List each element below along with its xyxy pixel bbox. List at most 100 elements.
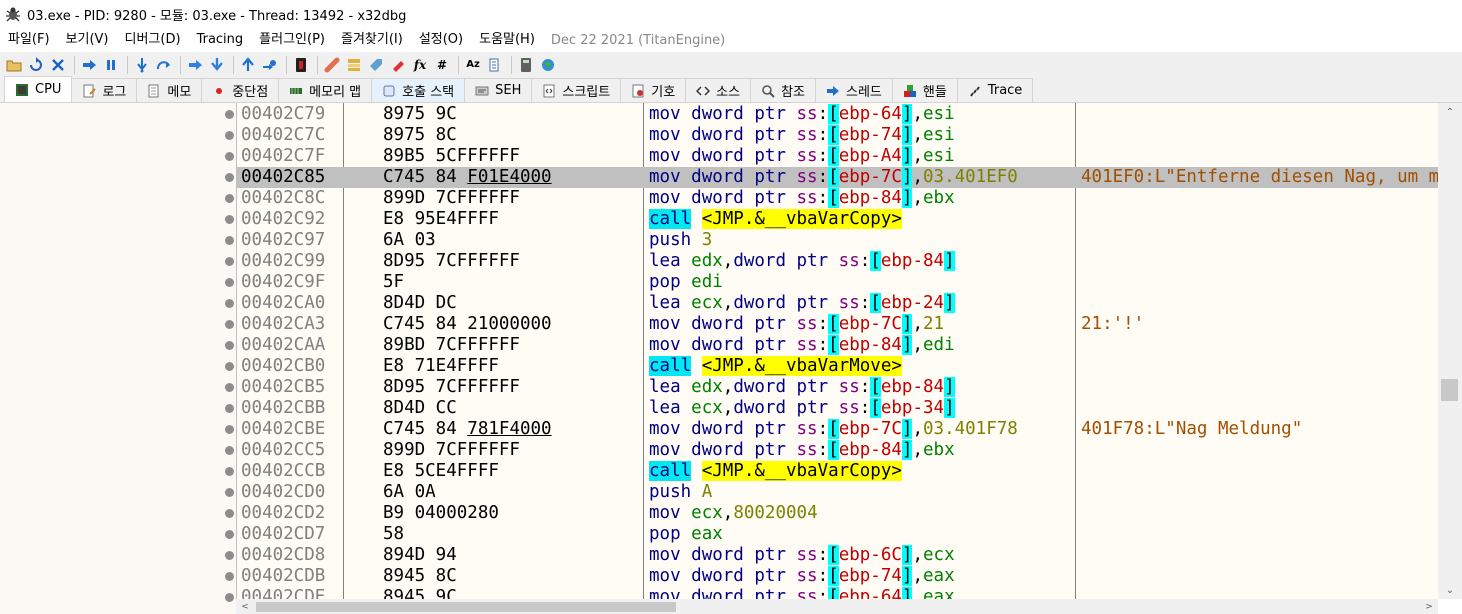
step-into-icon[interactable] <box>132 55 152 75</box>
address-cell[interactable]: 00402C9F <box>241 272 325 293</box>
disasm-row[interactable]: 00402CCB E8 5CE4FFFF call <JMP.&__vbaVarCo… <box>237 461 1438 482</box>
menu-item[interactable]: 즐겨찾기(I) <box>333 28 411 52</box>
breakpoint-marker-icon[interactable] <box>225 383 234 392</box>
disassembly-cell[interactable]: mov dword ptr ss:[ebp-7C],03.401F78 <box>649 419 1018 440</box>
address-cell[interactable]: 00402CB5 <box>241 377 325 398</box>
breakpoint-marker-icon[interactable] <box>225 593 234 602</box>
tab-references[interactable]: 참조 <box>750 78 816 102</box>
disasm-row[interactable]: 00402C79 8975 9C mov dword ptr ss:[ebp-64]… <box>237 104 1438 125</box>
disasm-row[interactable]: 00402C7F 89B5 5CFFFFFF mov dword ptr ss:[e… <box>237 146 1438 167</box>
bytes-cell[interactable]: 899D 7CFFFFFF <box>383 440 520 461</box>
comment-cell[interactable]: 21:'!' <box>1081 314 1144 335</box>
disassembly-cell[interactable]: pop eax <box>649 524 723 545</box>
menu-item[interactable]: 디버그(D) <box>117 28 189 52</box>
bytes-cell[interactable]: E8 71E4FFFF <box>383 356 499 377</box>
tab-breakpoint[interactable]: 중단점 <box>201 78 280 102</box>
bytes-cell[interactable]: 58 <box>383 524 404 545</box>
font-icon[interactable]: Az <box>463 55 483 75</box>
tab-seh[interactable]: SEH <box>464 78 533 102</box>
disassembly-cell[interactable]: pop edi <box>649 272 723 293</box>
bytes-cell[interactable]: 89BD 7CFFFFFF <box>383 335 520 356</box>
bytes-cell[interactable]: 8945 9C <box>383 587 457 599</box>
disasm-row[interactable]: 00402C8C 899D 7CFFFFFF mov dword ptr ss:[e… <box>237 188 1438 209</box>
scroll-left-arrow-icon[interactable]: < <box>236 599 254 614</box>
bytes-cell[interactable]: 6A 03 <box>383 230 436 251</box>
address-cell[interactable]: 00402CDB <box>241 566 325 587</box>
run-icon[interactable] <box>79 55 99 75</box>
breakpoint-marker-icon[interactable] <box>225 320 234 329</box>
bytes-cell[interactable]: 8945 8C <box>383 566 457 587</box>
tab-source[interactable]: 소스 <box>685 78 752 102</box>
disasm-row[interactable]: 00402CBB 8D4D CC lea ecx,dword ptr ss:[ebp… <box>237 398 1438 419</box>
breakpoint-marker-icon[interactable] <box>225 551 234 560</box>
disassembly-cell[interactable]: mov dword ptr ss:[ebp-7C],03.401EF0 <box>649 167 1018 188</box>
address-cell[interactable]: 00402CB0 <box>241 356 325 377</box>
menu-item[interactable]: Tracing <box>189 28 252 52</box>
execute-till-return-icon[interactable] <box>238 55 258 75</box>
disasm-row[interactable]: 00402CD7 58 pop eax <box>237 524 1438 545</box>
bytes-cell[interactable]: 6A 0A <box>383 482 436 503</box>
disasm-row[interactable]: 00402C85 C745 84 F01E4000 mov dword ptr ss… <box>237 167 1438 188</box>
bytes-cell[interactable]: 8D4D DC <box>383 293 457 314</box>
disassembly-cell[interactable]: mov dword ptr ss:[ebp-6C],ecx <box>649 545 955 566</box>
step-over-icon[interactable] <box>154 55 174 75</box>
bytes-cell[interactable]: C745 84 781F4000 <box>383 419 552 440</box>
scroll-up-arrow-icon[interactable]: ⌃ <box>1438 103 1462 121</box>
disassembly-cell[interactable]: mov dword ptr ss:[ebp-74],eax <box>649 566 955 587</box>
bytes-cell[interactable]: 89B5 5CFFFFFF <box>383 146 520 167</box>
tab-call-stack[interactable]: 호출 스택 <box>371 78 466 102</box>
address-cell[interactable]: 00402C7C <box>241 125 325 146</box>
disassembly-grid[interactable]: 00402C79 8975 9C mov dword ptr ss:[ebp-64]… <box>236 103 1438 599</box>
disasm-row[interactable]: 00402CA3 C745 84 21000000 mov dword ptr ss… <box>237 314 1438 335</box>
disasm-row[interactable]: 00402CBE C745 84 781F4000 mov dword ptr ss… <box>237 419 1438 440</box>
breakpoint-marker-icon[interactable] <box>225 509 234 518</box>
address-cell[interactable]: 00402C99 <box>241 251 325 272</box>
disasm-row[interactable]: 00402C99 8D95 7CFFFFFF lea edx,dword ptr s… <box>237 251 1438 272</box>
tab-memory-map[interactable]: 메모리 맵 <box>278 78 373 102</box>
comment-cell[interactable]: 401F78:L"Nag Meldung" <box>1081 419 1302 440</box>
disasm-row[interactable]: 00402C9F 5F pop edi <box>237 272 1438 293</box>
disassembly-cell[interactable]: lea edx,dword ptr ss:[ebp-84] <box>649 377 955 398</box>
disasm-row[interactable]: 00402CDE 8945 9C mov dword ptr ss:[ebp-64]… <box>237 587 1438 599</box>
breakpoint-marker-icon[interactable] <box>225 488 234 497</box>
address-cell[interactable]: 00402C92 <box>241 209 325 230</box>
disassembly-cell[interactable]: mov dword ptr ss:[ebp-74],esi <box>649 125 955 146</box>
breakpoint-marker-icon[interactable] <box>225 278 234 287</box>
hash-icon[interactable]: # <box>432 55 452 75</box>
breakpoint-marker-icon[interactable] <box>225 425 234 434</box>
breakpoint-marker-icon[interactable] <box>225 257 234 266</box>
pause-icon[interactable] <box>101 55 121 75</box>
labels-icon[interactable] <box>366 55 386 75</box>
tab-symbols[interactable]: 기호 <box>620 78 687 102</box>
tab-cpu[interactable]: CPU <box>4 76 73 102</box>
address-cell[interactable]: 00402CBE <box>241 419 325 440</box>
disassembly-cell[interactable]: mov dword ptr ss:[ebp-84],ebx <box>649 440 955 461</box>
disasm-row[interactable]: 00402CB5 8D95 7CFFFFFF lea edx,dword ptr s… <box>237 377 1438 398</box>
bytes-cell[interactable]: E8 95E4FFFF <box>383 209 499 230</box>
web-icon[interactable] <box>538 55 558 75</box>
menu-item[interactable]: 보기(V) <box>58 28 117 52</box>
vertical-scroll-thumb[interactable] <box>1441 379 1458 401</box>
disasm-row[interactable]: 00402CD2 B9 04000280 mov ecx,80020004 <box>237 503 1438 524</box>
disasm-row[interactable]: 00402CA0 8D4D DC lea ecx,dword ptr ss:[ebp… <box>237 293 1438 314</box>
breakpoint-marker-icon[interactable] <box>225 131 234 140</box>
address-cell[interactable]: 00402CBB <box>241 398 325 419</box>
breakpoint-marker-icon[interactable] <box>225 362 234 371</box>
open-icon[interactable] <box>4 55 24 75</box>
disassembly-cell[interactable]: lea ecx,dword ptr ss:[ebp-24] <box>649 293 955 314</box>
close-icon[interactable] <box>48 55 68 75</box>
strings-icon[interactable] <box>485 55 505 75</box>
disassembly-cell[interactable]: lea edx,dword ptr ss:[ebp-84] <box>649 251 955 272</box>
disassembly-cell[interactable]: call <JMP.&__vbaVarCopy> <box>649 209 902 230</box>
disasm-row[interactable]: 00402CAA 89BD 7CFFFFFF mov dword ptr ss:[e… <box>237 335 1438 356</box>
disassembly-cell[interactable]: mov dword ptr ss:[ebp-7C],21 <box>649 314 944 335</box>
bookmarks-icon[interactable] <box>388 55 408 75</box>
trace-into-icon[interactable] <box>185 55 205 75</box>
scroll-right-arrow-icon[interactable]: > <box>1420 599 1438 614</box>
breakpoint-marker-icon[interactable] <box>225 341 234 350</box>
patch-icon[interactable] <box>322 55 342 75</box>
disasm-row[interactable]: 00402CB0 E8 71E4FFFF call <JMP.&__vbaVarMo… <box>237 356 1438 377</box>
disasm-row[interactable]: 00402C92 E8 95E4FFFF call <JMP.&__vbaVarCo… <box>237 209 1438 230</box>
bytes-cell[interactable]: C745 84 F01E4000 <box>383 167 552 188</box>
address-cell[interactable]: 00402CAA <box>241 335 325 356</box>
